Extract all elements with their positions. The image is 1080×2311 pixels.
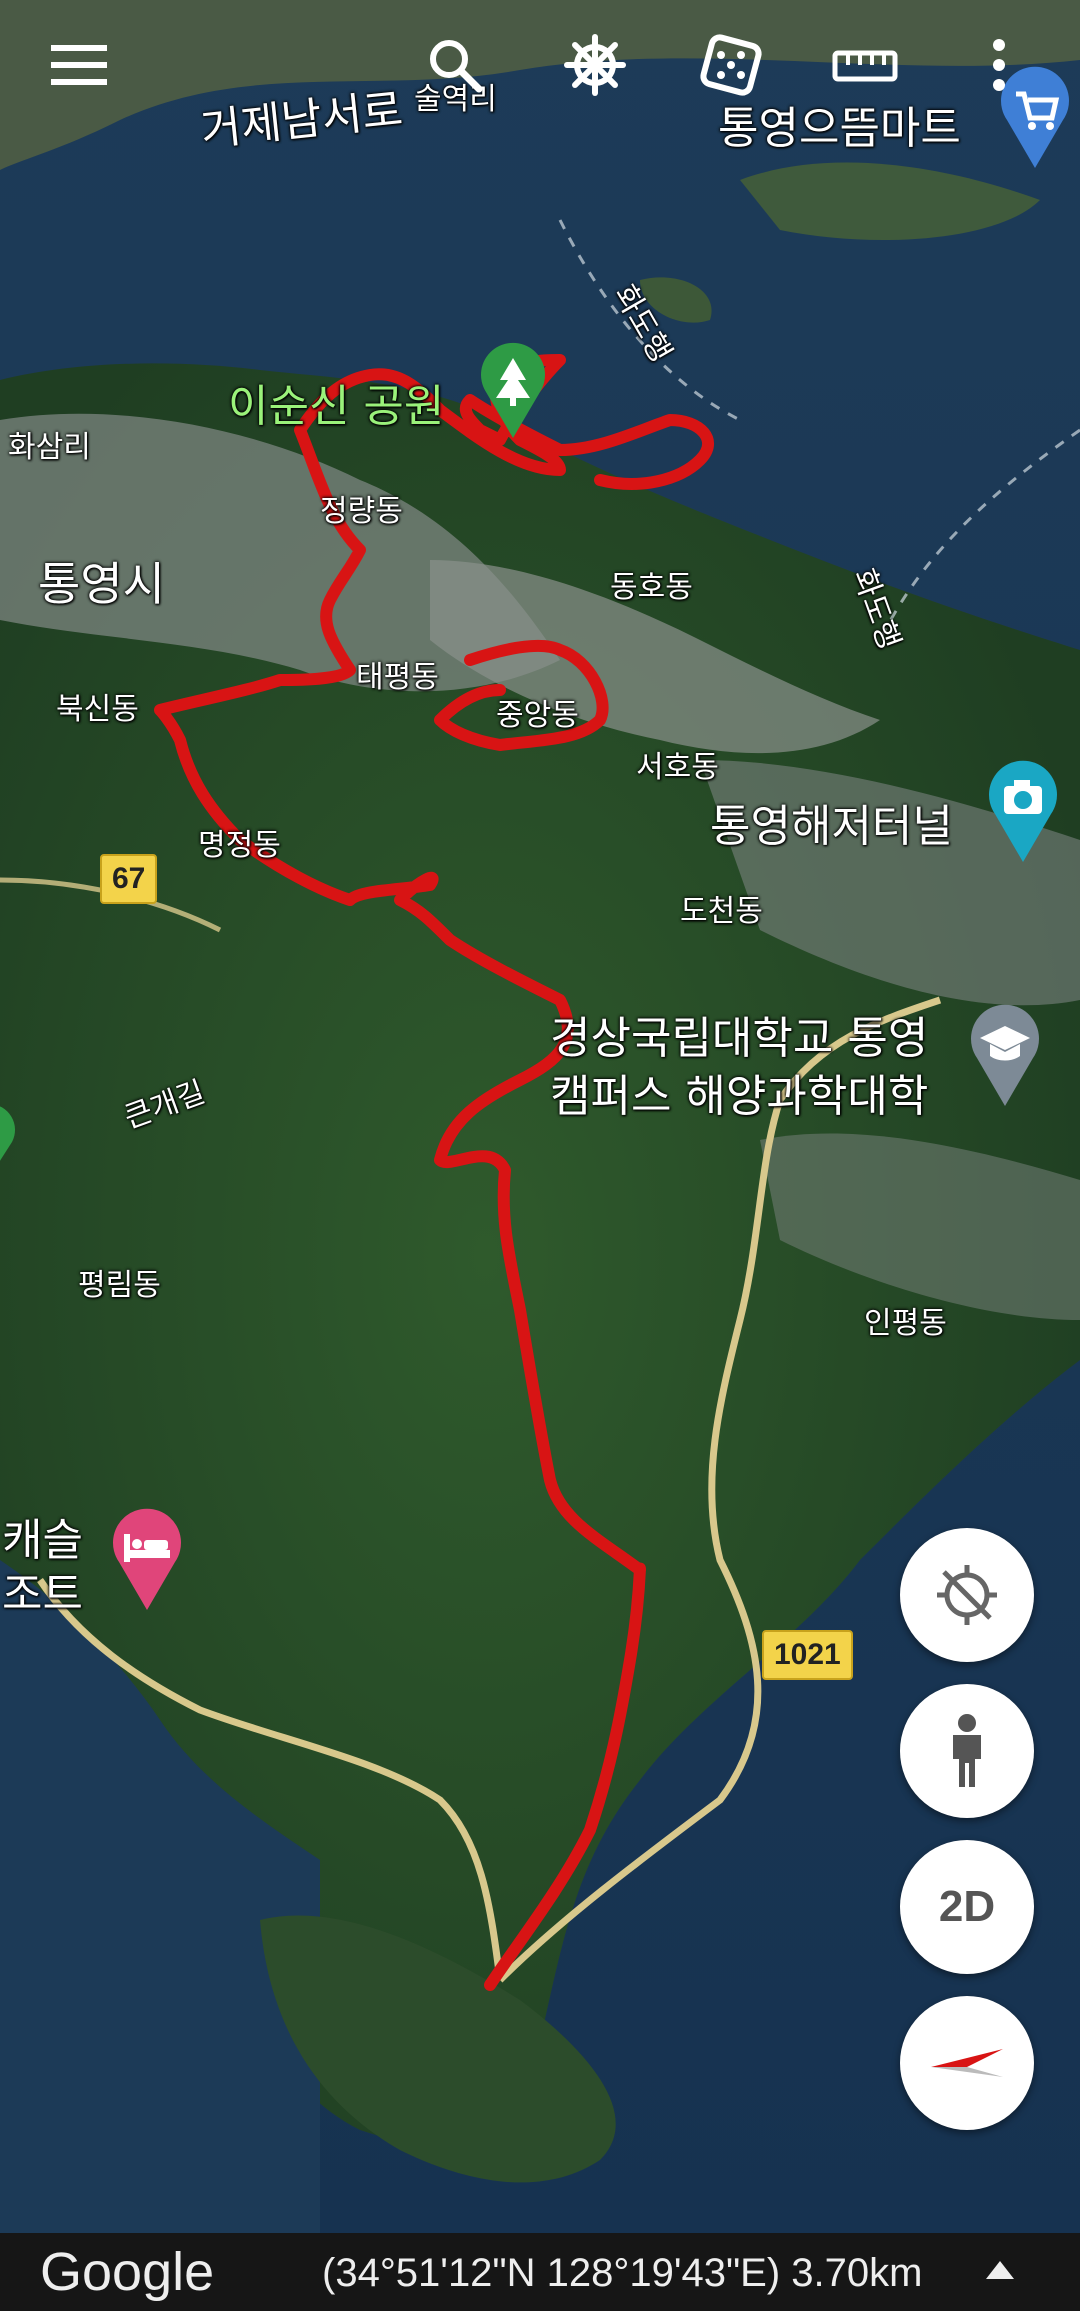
map-label-place: 북신동 [56, 692, 139, 727]
park-pin-icon[interactable] [478, 340, 548, 440]
attribution-bar: Google (34°51'12"N 128°19'43"E) 3.70km [0, 2233, 1080, 2311]
map-label-university: 캠퍼스 해양과학대학 [550, 1071, 929, 1122]
map-label-hotel: 조트 [2, 1569, 83, 1620]
compass-button[interactable] [900, 1996, 1034, 2130]
pegman-icon [953, 1714, 981, 1787]
map-label-place: 명정동 [198, 828, 281, 863]
location-off-button[interactable] [900, 1528, 1034, 1662]
compass-icon [931, 2049, 1003, 2077]
coordinates-readout: (34°51'12"N 128°19'43"E) 3.70km [322, 2251, 923, 2295]
street-view-button[interactable] [900, 1684, 1034, 1818]
map-label-place: 평림동 [78, 1268, 161, 1303]
hotel-bed-pin-icon[interactable] [110, 1508, 184, 1612]
map-label-city: 통영시 [38, 557, 165, 611]
road-shield-1021: 1021 [762, 1630, 853, 1680]
map-label-place: 화삼리 [8, 430, 91, 465]
google-logo: Google [40, 2242, 215, 2302]
graduation-cap-pin-icon[interactable] [968, 1004, 1042, 1108]
map-label-attraction: 통영해저터널 [710, 801, 953, 852]
road-shield-67: 67 [100, 854, 158, 904]
map-label-place: 도천동 [680, 894, 763, 929]
expand-up-icon[interactable] [986, 2261, 1014, 2279]
more-vert-icon[interactable] [956, 20, 1042, 110]
map-label-place: 정량동 [320, 494, 403, 529]
map-label-university: 경상국립대학교 통영 [550, 1013, 929, 1064]
map-label-place: 태평동 [356, 660, 439, 695]
toggle-2d-button[interactable]: 2D [900, 1840, 1034, 1974]
camera-pin-icon[interactable] [986, 760, 1060, 864]
dice-icon[interactable] [686, 20, 776, 110]
location-off-icon [937, 1565, 997, 1625]
ruler-icon[interactable] [820, 20, 910, 110]
toggle-2d-label: 2D [938, 1882, 996, 1931]
top-toolbar [0, 0, 1080, 130]
map-label-place: 인평동 [864, 1306, 947, 1341]
map-label-place: 서호동 [636, 750, 719, 785]
search-icon[interactable] [410, 20, 500, 110]
menu-icon[interactable] [34, 20, 124, 110]
map-label-place: 동호동 [610, 570, 693, 605]
park-pin-icon-partial[interactable] [0, 1100, 18, 1180]
map-label-place: 중앙동 [496, 698, 579, 733]
map-label-park: 이순신 공원 [228, 381, 445, 432]
ship-wheel-icon[interactable] [550, 20, 640, 110]
